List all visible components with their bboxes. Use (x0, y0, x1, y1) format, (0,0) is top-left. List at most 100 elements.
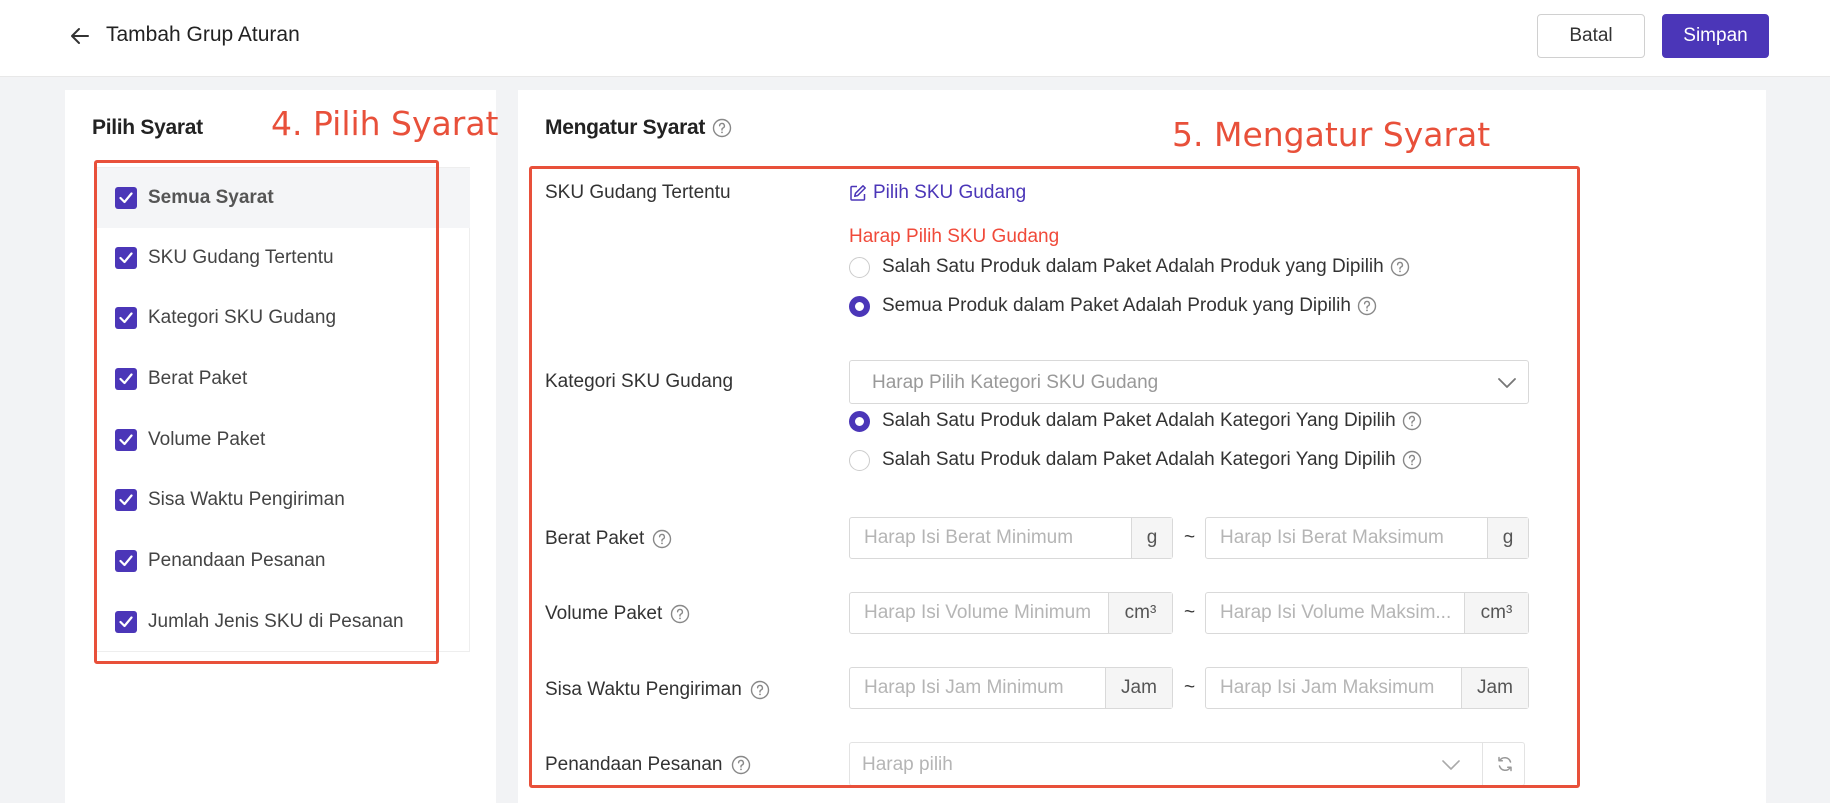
range-separator: ~ (1184, 602, 1196, 623)
checkbox-checked-icon[interactable] (115, 187, 137, 209)
save-button[interactable]: Simpan (1662, 14, 1769, 58)
annotation-mengatur-syarat: 5. Mengatur Syarat (1172, 115, 1491, 154)
penandaan-pesanan-label-text: Penandaan Pesanan (545, 754, 723, 775)
condition-item-jumlah-jenis-sku[interactable]: Jumlah Jenis SKU di Pesanan (95, 592, 470, 652)
help-icon[interactable] (1357, 296, 1377, 316)
top-bar: Tambah Grup Aturan Batal Simpan (0, 0, 1830, 77)
kategori-sku-label-text: Kategori SKU Gudang (545, 371, 734, 392)
help-icon[interactable] (1402, 411, 1422, 431)
volume-unit: cm³ (1108, 593, 1172, 633)
volume-max-field[interactable]: cm³ (1205, 592, 1529, 634)
sku-gudang-label-text: SKU Gudang Tertentu (545, 182, 731, 203)
berat-max-field[interactable]: g (1205, 517, 1529, 559)
checkbox-checked-icon[interactable] (115, 368, 137, 390)
radio-selected[interactable] (849, 295, 870, 317)
chevron-down-icon (1442, 760, 1460, 770)
condition-item-penandaan-pesanan[interactable]: Penandaan Pesanan (95, 531, 470, 591)
condition-label: Sisa Waktu Pengiriman (148, 489, 345, 510)
help-icon[interactable] (1402, 450, 1422, 470)
checkbox-checked-icon[interactable] (115, 307, 137, 329)
jam-min-field[interactable]: Jam (849, 667, 1173, 709)
condition-item-volume-paket[interactable]: Volume Paket (95, 410, 470, 470)
berat-max-input[interactable] (1206, 518, 1487, 558)
volume-max-input[interactable] (1206, 593, 1464, 633)
radio-label: Salah Satu Produk dalam Paket Adalah Pro… (882, 256, 1384, 277)
pilih-syarat-title: Pilih Syarat (92, 116, 203, 139)
condition-label: Volume Paket (148, 429, 266, 450)
category-option-one[interactable]: Salah Satu Produk dalam Paket Adalah Kat… (849, 410, 1422, 432)
condition-select-panel: Pilih Syarat Semua Syarat SKU Gudang Ter… (65, 90, 496, 803)
help-icon[interactable] (1390, 257, 1410, 277)
radio-selected[interactable] (849, 410, 870, 432)
mengatur-syarat-title: Mengatur Syarat (545, 116, 732, 140)
volume-min-field[interactable]: cm³ (849, 592, 1173, 634)
condition-item-semua-syarat[interactable]: Semua Syarat (95, 168, 470, 228)
radio-label: Salah Satu Produk dalam Paket Adalah Kat… (882, 449, 1396, 470)
volume-paket-label-text: Volume Paket (545, 603, 663, 624)
mengatur-syarat-label: Mengatur Syarat (545, 116, 706, 139)
help-icon[interactable] (750, 680, 770, 700)
help-icon[interactable] (652, 529, 672, 549)
condition-label: SKU Gudang Tertentu (148, 247, 334, 268)
sku-option-all-products[interactable]: Semua Produk dalam Paket Adalah Produk y… (849, 295, 1377, 317)
checkbox-checked-icon[interactable] (115, 489, 137, 511)
volume-paket-label: Volume Paket (545, 603, 690, 625)
jam-max-field[interactable]: Jam (1205, 667, 1529, 709)
pilih-sku-gudang-link[interactable]: Pilih SKU Gudang (849, 182, 1026, 204)
kategori-sku-label: Kategori SKU Gudang (545, 371, 733, 393)
page-title: Tambah Grup Aturan (106, 23, 300, 46)
jam-max-input[interactable] (1206, 668, 1461, 708)
range-separator: ~ (1184, 677, 1196, 698)
help-icon[interactable] (731, 755, 751, 775)
penandaan-pesanan-label: Penandaan Pesanan (545, 754, 751, 776)
jam-unit: Jam (1105, 668, 1172, 708)
berat-min-input[interactable] (850, 518, 1131, 558)
refresh-icon (1497, 756, 1512, 772)
condition-label: Kategori SKU Gudang (148, 307, 337, 328)
range-separator: ~ (1184, 527, 1196, 548)
checkbox-checked-icon[interactable] (115, 429, 137, 451)
berat-unit: g (1487, 518, 1528, 558)
checkbox-checked-icon[interactable] (115, 550, 137, 572)
sisa-waktu-label-text: Sisa Waktu Pengiriman (545, 679, 742, 700)
chevron-down-icon (1498, 378, 1516, 388)
help-icon[interactable] (670, 604, 690, 624)
sku-error-message: Harap Pilih SKU Gudang (849, 226, 1060, 247)
kategori-sku-select[interactable]: Harap Pilih Kategori SKU Gudang (849, 360, 1529, 404)
cancel-button[interactable]: Batal (1537, 14, 1645, 58)
condition-item-berat-paket[interactable]: Berat Paket (95, 349, 470, 409)
berat-unit: g (1131, 518, 1172, 558)
pilih-sku-gudang-text: Pilih SKU Gudang (873, 182, 1027, 203)
annotation-pilih-syarat: 4. Pilih Syarat (271, 104, 499, 143)
condition-item-sku-gudang[interactable]: SKU Gudang Tertentu (95, 228, 470, 288)
refresh-button[interactable] (1482, 743, 1526, 785)
penandaan-placeholder: Harap pilih (862, 754, 953, 775)
kategori-sku-placeholder: Harap Pilih Kategori SKU Gudang (872, 372, 1159, 393)
condition-label: Jumlah Jenis SKU di Pesanan (148, 611, 404, 632)
volume-min-input[interactable] (850, 593, 1108, 633)
radio-unselected[interactable] (849, 449, 870, 471)
radio-unselected[interactable] (849, 256, 870, 278)
condition-item-sisa-waktu[interactable]: Sisa Waktu Pengiriman (95, 470, 470, 530)
help-icon[interactable] (712, 118, 732, 138)
jam-unit: Jam (1461, 668, 1528, 708)
radio-label: Semua Produk dalam Paket Adalah Produk y… (882, 295, 1351, 316)
berat-paket-label: Berat Paket (545, 528, 672, 550)
sisa-waktu-label: Sisa Waktu Pengiriman (545, 679, 770, 701)
berat-min-field[interactable]: g (849, 517, 1173, 559)
edit-icon (850, 185, 866, 201)
penandaan-pesanan-select[interactable]: Harap pilih (849, 742, 1525, 786)
checkbox-checked-icon[interactable] (115, 611, 137, 633)
condition-item-kategori-sku[interactable]: Kategori SKU Gudang (95, 288, 470, 348)
sku-option-one-product[interactable]: Salah Satu Produk dalam Paket Adalah Pro… (849, 256, 1410, 278)
berat-paket-label-text: Berat Paket (545, 528, 645, 549)
jam-min-input[interactable] (850, 668, 1105, 708)
category-option-two[interactable]: Salah Satu Produk dalam Paket Adalah Kat… (849, 449, 1422, 471)
checkbox-checked-icon[interactable] (115, 247, 137, 269)
condition-label: Semua Syarat (148, 187, 274, 208)
condition-list: Semua Syarat SKU Gudang Tertentu Kategor… (95, 167, 470, 652)
back-arrow-icon[interactable] (68, 24, 92, 48)
condition-label: Berat Paket (148, 368, 248, 389)
condition-settings-panel: Mengatur Syarat SKU Gudang Tertentu Pili… (518, 90, 1766, 803)
condition-label: Penandaan Pesanan (148, 550, 326, 571)
